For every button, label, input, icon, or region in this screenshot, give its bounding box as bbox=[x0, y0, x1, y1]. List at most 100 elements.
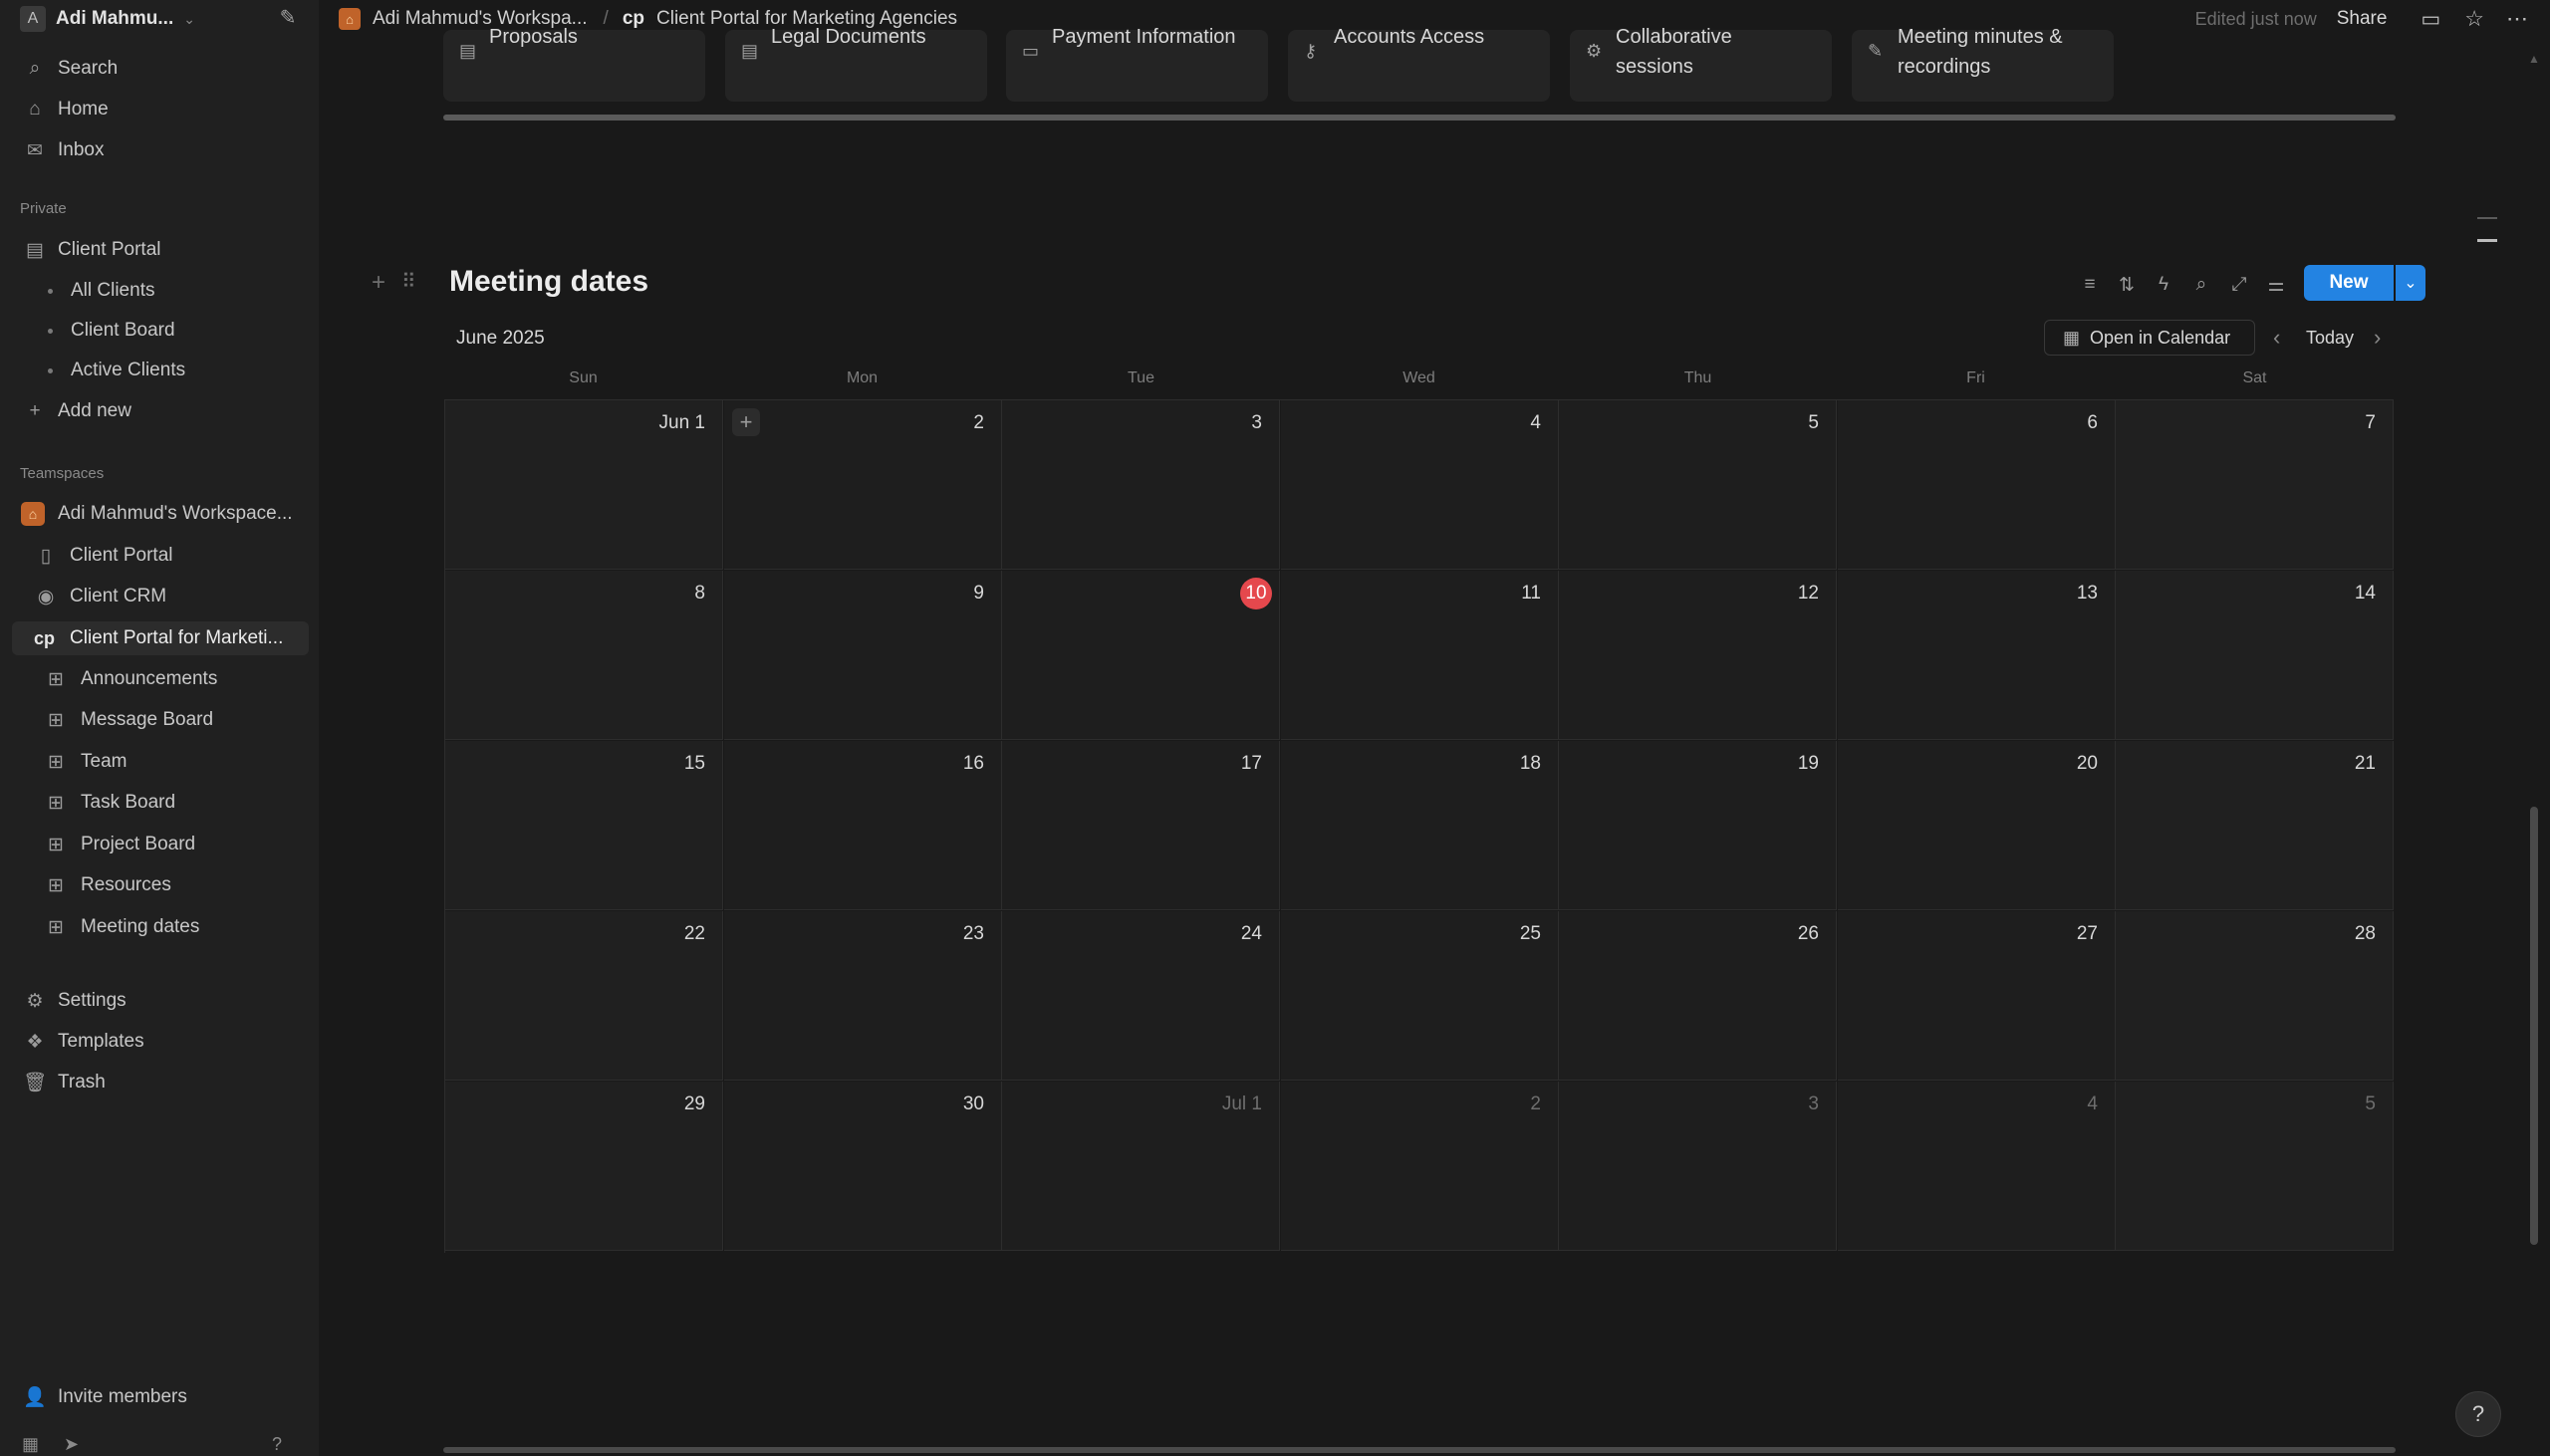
sort-icon[interactable]: ⇅ bbox=[2113, 271, 2141, 299]
sidebar-item-home[interactable]: ⌂ Home bbox=[0, 95, 319, 124]
page-scrollbar-thumb[interactable] bbox=[2530, 807, 2538, 1245]
sidebar-item-client-crm[interactable]: ◉ Client CRM bbox=[0, 582, 319, 611]
calendar-day-cell[interactable]: 18 bbox=[1281, 741, 1559, 910]
next-month-icon[interactable]: › bbox=[2374, 325, 2381, 351]
calendar-day-cell[interactable]: 28 bbox=[2116, 911, 2394, 1081]
tile-legal-documents[interactable]: ▤ Legal Documents bbox=[725, 26, 987, 102]
today-button[interactable]: Today bbox=[2306, 328, 2354, 349]
calendar-day-cell[interactable]: 11 bbox=[1281, 571, 1559, 740]
new-dropdown-button[interactable]: ⌄ bbox=[2396, 265, 2425, 301]
expand-icon[interactable]: ⤢ bbox=[2225, 271, 2253, 299]
calendar-day-cell[interactable]: 2 bbox=[1281, 1082, 1559, 1251]
add-block-icon[interactable]: + bbox=[372, 269, 385, 297]
help-button[interactable]: ? bbox=[2455, 1391, 2501, 1437]
calendar-day-cell[interactable]: 3 bbox=[1559, 1082, 1837, 1251]
sidebar-item-all-clients[interactable]: All Clients bbox=[0, 276, 319, 306]
calendar-day-cell[interactable]: 4 bbox=[1281, 400, 1559, 570]
drag-handle-icon[interactable]: ⠿ bbox=[401, 269, 416, 294]
sidebar-item-task-board[interactable]: ⊞ Task Board bbox=[0, 788, 319, 818]
calendar-day-cell-today[interactable]: 10 bbox=[1002, 571, 1280, 740]
sidebar-item-client-portal[interactable]: ▯ Client Portal bbox=[0, 541, 319, 571]
calendar-day-cell[interactable]: 12 bbox=[1559, 571, 1837, 740]
chevron-down-icon: ⌄ bbox=[2404, 275, 2418, 292]
calendar-day-cell[interactable]: 24 bbox=[1002, 911, 1280, 1081]
gallery-scrollbar[interactable] bbox=[443, 115, 2396, 121]
calendar-day-cell[interactable]: 22 bbox=[445, 911, 723, 1081]
calendar-day-cell[interactable]: 21 bbox=[2116, 741, 2394, 910]
add-event-icon[interactable]: + bbox=[732, 408, 760, 436]
sidebar-item-search[interactable]: ⌕ Search bbox=[0, 54, 319, 84]
comments-icon[interactable]: ▭ bbox=[2421, 7, 2440, 32]
day-number: 13 bbox=[2076, 583, 2098, 604]
share-button[interactable]: Share bbox=[2337, 8, 2388, 30]
tile-payment-information[interactable]: ▭ Payment Information bbox=[1006, 26, 1268, 102]
tile-label: Proposals bbox=[489, 26, 578, 48]
tile-meeting-minutes[interactable]: ✎ Meeting minutes & recordings bbox=[1852, 26, 2114, 102]
tile-accounts-access[interactable]: ⚷ Accounts Access bbox=[1288, 26, 1550, 102]
workspace-switcher[interactable]: A Adi Mahmu... ⌄ bbox=[0, 4, 319, 34]
calendar-day-cell[interactable]: 13 bbox=[1838, 571, 2116, 740]
send-icon[interactable]: ➤ bbox=[64, 1434, 86, 1456]
calendar-day-cell[interactable]: Jun 1 bbox=[445, 400, 723, 570]
sidebar-item-active-clients[interactable]: Active Clients bbox=[0, 356, 319, 385]
sidebar-item-team[interactable]: ⊞ Team bbox=[0, 747, 319, 777]
more-icon[interactable]: ⋯ bbox=[2506, 6, 2528, 32]
calendar-day-cell[interactable]: 26 bbox=[1559, 911, 1837, 1081]
calendar-day-cell[interactable]: 25 bbox=[1281, 911, 1559, 1081]
calendar-day-cell[interactable]: 3 bbox=[1002, 400, 1280, 570]
open-in-calendar-label: Open in Calendar bbox=[2090, 327, 2231, 348]
search-icon[interactable]: ⌕ bbox=[2187, 271, 2215, 299]
tile-collaborative-sessions[interactable]: ⚙ Collaborative sessions bbox=[1570, 26, 1832, 102]
sidebar-item-label: Adi Mahmud's Workspace... bbox=[58, 503, 293, 524]
calendar-day-cell[interactable]: 27 bbox=[1838, 911, 2116, 1081]
sidebar-item-message-board[interactable]: ⊞ Message Board bbox=[0, 705, 319, 735]
new-page-icon[interactable]: ✎ bbox=[275, 5, 301, 31]
calendar-day-cell[interactable]: Jul 1 bbox=[1002, 1082, 1280, 1251]
sidebar-item-trash[interactable]: 🗑 Trash bbox=[0, 1068, 319, 1097]
filter-icon[interactable]: ≡ bbox=[2076, 271, 2104, 299]
sidebar-item-meeting-dates[interactable]: ⊞ Meeting dates bbox=[0, 912, 319, 942]
calendar-day-cell[interactable]: 16 bbox=[724, 741, 1002, 910]
prev-month-icon[interactable]: ‹ bbox=[2273, 325, 2280, 351]
calendar-day-cell[interactable]: 8 bbox=[445, 571, 723, 740]
sidebar-item-invite-members[interactable]: 👤 Invite members bbox=[0, 1382, 319, 1412]
sidebar-item-project-board[interactable]: ⊞ Project Board bbox=[0, 830, 319, 859]
new-button[interactable]: New bbox=[2304, 265, 2394, 301]
open-in-calendar-button[interactable]: ▦ Open in Calendar bbox=[2044, 320, 2255, 356]
calendar-day-cell[interactable]: 14 bbox=[2116, 571, 2394, 740]
calendar-day-cell[interactable]: 5 bbox=[1559, 400, 1837, 570]
sidebar-item-inbox[interactable]: ✉ Inbox bbox=[0, 135, 319, 165]
scroll-up-arrow[interactable]: ▲ bbox=[2528, 52, 2540, 66]
calendar-day-cell[interactable]: 4 bbox=[1838, 1082, 2116, 1251]
settings-sliders-icon[interactable]: ⚌ bbox=[2262, 271, 2290, 299]
horizontal-scrollbar[interactable] bbox=[443, 1447, 2396, 1453]
sidebar-item-announcements[interactable]: ⊞ Announcements bbox=[0, 664, 319, 694]
calendar-day-cell[interactable]: 9 bbox=[724, 571, 1002, 740]
sidebar-item-templates[interactable]: ❖ Templates bbox=[0, 1027, 319, 1057]
calendar-day-cell[interactable]: 30 bbox=[724, 1082, 1002, 1251]
sidebar-item-client-board[interactable]: Client Board bbox=[0, 316, 319, 346]
outline-marker[interactable] bbox=[2477, 239, 2497, 242]
outline-marker[interactable] bbox=[2477, 217, 2497, 219]
calendar-day-cell[interactable]: 19 bbox=[1559, 741, 1837, 910]
calendar-day-cell[interactable]: 29 bbox=[445, 1082, 723, 1251]
sidebar-item-client-portal-private[interactable]: ▤ Client Portal bbox=[0, 235, 319, 265]
calendar-day-cell[interactable]: 17 bbox=[1002, 741, 1280, 910]
sidebar-item-teamspace[interactable]: ⌂ Adi Mahmud's Workspace... bbox=[0, 499, 319, 529]
calendar-day-cell[interactable]: 15 bbox=[445, 741, 723, 910]
calendar-day-cell[interactable]: 20 bbox=[1838, 741, 2116, 910]
sidebar-item-resources[interactable]: ⊞ Resources bbox=[0, 870, 319, 900]
calendar-day-cell[interactable]: + 2 bbox=[724, 400, 1002, 570]
calendar-app-icon[interactable]: ▦ bbox=[22, 1434, 44, 1456]
automation-icon[interactable]: ϟ bbox=[2150, 271, 2177, 299]
calendar-day-cell[interactable]: 6 bbox=[1838, 400, 2116, 570]
help-icon[interactable]: ? bbox=[272, 1434, 294, 1456]
calendar-day-cell[interactable]: 5 bbox=[2116, 1082, 2394, 1251]
calendar-day-cell[interactable]: 7 bbox=[2116, 400, 2394, 570]
calendar-day-cell[interactable]: 23 bbox=[724, 911, 1002, 1081]
tile-proposals[interactable]: ▤ Proposals bbox=[443, 26, 705, 102]
sidebar-item-add-new[interactable]: + Add new bbox=[0, 396, 319, 426]
sidebar-item-client-portal-marketing[interactable]: cp Client Portal for Marketi... bbox=[12, 621, 309, 655]
star-icon[interactable]: ☆ bbox=[2464, 6, 2484, 32]
sidebar-item-settings[interactable]: ⚙ Settings bbox=[0, 986, 319, 1016]
